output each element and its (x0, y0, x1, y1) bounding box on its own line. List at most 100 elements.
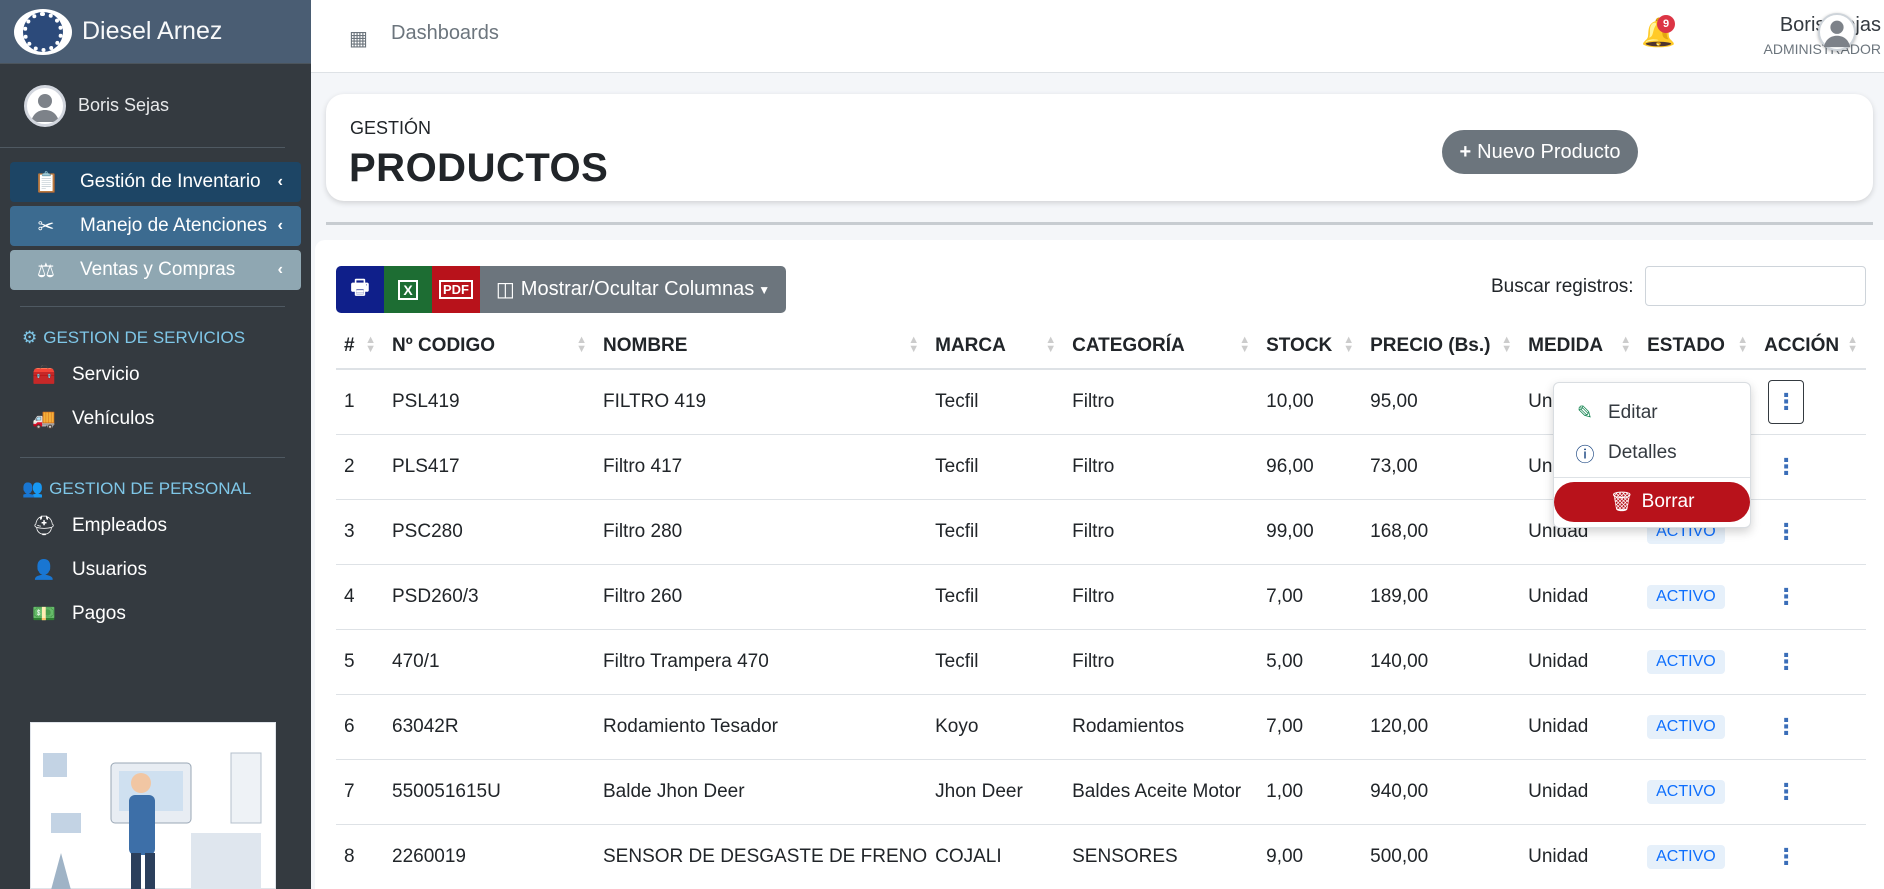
status-cell: ACTIVO (1639, 629, 1757, 695)
kebab-menu-icon[interactable]: ⋮ (1768, 844, 1804, 870)
new-product-label: Nuevo Producto (1477, 140, 1621, 163)
table-cell: 3 (336, 499, 384, 565)
sort-icon: ▲ ▼ (1737, 334, 1749, 355)
table-cell: PLS417 (384, 434, 595, 500)
table-cell: Filtro (1064, 499, 1259, 565)
table-cell: Filtro (1064, 369, 1259, 435)
sidebar-user-name: Boris Sejas (78, 95, 170, 115)
sidebar: Diesel Arnez Boris Sejas 📋 Gestión de In… (0, 0, 311, 889)
table-cell: Unidad (1520, 564, 1640, 630)
table-cell: 1 (336, 369, 384, 435)
status-cell: ACTIVO (1639, 564, 1757, 630)
status-cell: ACTIVO (1639, 759, 1757, 825)
topbar: ▦ Dashboards 🔔 9 Boris Sejas ADMINISTRAD… (311, 0, 1884, 73)
menu-manejo-atenciones[interactable]: ✂ Manejo de Atenciones ‹ (10, 206, 301, 246)
new-product-button[interactable]: + Nuevo Producto (1442, 130, 1638, 174)
chevron-left-icon: ‹ (277, 261, 283, 278)
menu-gestion-inventario[interactable]: 📋 Gestión de Inventario ‹ (10, 162, 301, 202)
table-cell: SENSOR DE DESGASTE DE FRENO (595, 824, 928, 889)
sort-icon: ▲ ▼ (1501, 334, 1513, 355)
action-cell: ⋮ (1756, 629, 1866, 695)
table-row: 6 63042R Rodamiento Tesador Koyo Rodamientos… (336, 694, 1866, 760)
section-title: GESTION DE PERSONAL (49, 479, 252, 498)
table-cell: 95,00 (1362, 369, 1521, 435)
columns-icon: ◫ (495, 279, 515, 301)
table-cell: Tecfil (927, 499, 1065, 565)
print-icon: 🖶 (350, 276, 370, 299)
print-button[interactable]: 🖶 (336, 266, 384, 313)
divider (20, 306, 285, 307)
kebab-menu-icon[interactable]: ⋮ (1768, 379, 1805, 424)
column-header[interactable]: STOCK ▲ ▼ (1258, 323, 1363, 370)
column-header[interactable]: MEDIDA ▲ ▼ (1520, 323, 1640, 370)
details-menu-item[interactable]: ⓘ Detalles (1554, 433, 1750, 473)
columns-toggle-button[interactable]: ◫ Mostrar/Ocultar Columnas ▼ (480, 266, 786, 313)
table-cell: Unidad (1520, 824, 1640, 889)
menu-grid-icon[interactable]: ▦ (349, 26, 368, 51)
search-label: Buscar registros: (1491, 276, 1634, 297)
sort-icon: ▲ ▼ (1620, 334, 1632, 355)
table-cell: Filtro Trampera 470 (595, 629, 928, 695)
column-header[interactable]: MARCA ▲ ▼ (927, 323, 1065, 370)
search-input[interactable] (1645, 266, 1866, 306)
kebab-menu-icon[interactable]: ⋮ (1768, 584, 1804, 610)
nav-servicio[interactable]: 🧰 Servicio (0, 353, 311, 397)
table-row: 7 550051615U Balde Jhon Deer Jhon Deer Balde… (336, 759, 1866, 825)
edit-menu-item[interactable]: ✎ Editar (1554, 393, 1750, 433)
hardhat-icon: ⛑ (31, 516, 57, 537)
table-cell: Tecfil (927, 564, 1065, 630)
sidebar-user-panel[interactable]: Boris Sejas (0, 64, 285, 148)
nav-label: Servicio (72, 364, 140, 385)
status-badge: ACTIVO (1647, 779, 1725, 804)
table-cell: PSC280 (384, 499, 595, 565)
menu-label: Gestión de Inventario (80, 171, 261, 192)
table-cell: Filtro (1064, 564, 1259, 630)
sort-icon: ▲ ▼ (908, 334, 920, 355)
info-icon: ⓘ (1575, 444, 1595, 466)
menu-ventas-compras[interactable]: ⚖ Ventas y Compras ‹ (10, 250, 301, 290)
column-header[interactable]: PRECIO (Bs.) ▲ ▼ (1362, 323, 1521, 370)
excel-button[interactable]: X (384, 266, 432, 313)
column-header[interactable]: NOMBRE ▲ ▼ (595, 323, 928, 370)
table-cell: 500,00 (1362, 824, 1521, 889)
columns-label: Mostrar/Ocultar Columnas (520, 278, 755, 300)
breadcrumb[interactable]: Dashboards (391, 22, 499, 45)
brand-name: Diesel Arnez (82, 17, 223, 45)
table-cell: Filtro 280 (595, 499, 928, 565)
pdf-button[interactable]: PDF (432, 266, 480, 313)
avatar[interactable] (1818, 13, 1856, 51)
column-header[interactable]: CATEGORÍA ▲ ▼ (1064, 323, 1259, 370)
brand-logo (14, 8, 72, 55)
nav-vehiculos[interactable]: 🚚 Vehículos (0, 397, 311, 441)
table-cell: Filtro 260 (595, 564, 928, 630)
nav-empleados[interactable]: ⛑ Empleados (0, 504, 311, 548)
column-header[interactable]: Nº CODIGO ▲ ▼ (384, 323, 595, 370)
tools-icon: ✂ (37, 215, 55, 238)
divider (1554, 477, 1750, 478)
section-servicios-header: ⚙ GESTION DE SERVICIOS (0, 323, 311, 353)
table-cell: SENSORES (1064, 824, 1259, 889)
nav-pagos[interactable]: 💵 Pagos (0, 592, 311, 636)
products-card: 🖶 X PDF ◫ Mostrar/Ocultar Columnas ▼ Bus… (315, 240, 1884, 889)
table-cell: 5 (336, 629, 384, 695)
kebab-menu-icon[interactable]: ⋮ (1768, 649, 1804, 675)
nav-usuarios[interactable]: 👤 Usuarios (0, 548, 311, 592)
column-header[interactable]: # ▲ ▼ (336, 323, 384, 370)
kebab-menu-icon[interactable]: ⋮ (1768, 519, 1804, 545)
kebab-menu-icon[interactable]: ⋮ (1768, 454, 1804, 480)
table-cell: PSL419 (384, 369, 595, 435)
pdf-icon: PDF (439, 280, 473, 299)
scale-icon: ⚖ (37, 259, 55, 282)
table-header-row: # ▲ ▼ Nº CODIGO ▲ ▼ NOMBRE ▲ ▼ MARCA ▲ ▼ CATEGOR… (336, 323, 1866, 370)
table-cell: 189,00 (1362, 564, 1521, 630)
sort-icon: ▲ ▼ (1343, 334, 1355, 355)
kebab-menu-icon[interactable]: ⋮ (1768, 779, 1804, 805)
kebab-menu-icon[interactable]: ⋮ (1768, 714, 1804, 740)
page-header-card: GESTIÓN PRODUCTOS + Nuevo Producto (326, 94, 1873, 201)
delete-menu-item[interactable]: 🗑 Borrar (1554, 482, 1750, 522)
column-header[interactable]: ESTADO ▲ ▼ (1639, 323, 1757, 370)
brand-link[interactable]: Diesel Arnez (0, 0, 311, 64)
column-header[interactable]: ACCIÓN ▲ ▼ (1756, 323, 1866, 370)
topbar-user-role: ADMINISTRADOR (1763, 41, 1881, 57)
action-cell: ⋮ (1756, 499, 1866, 565)
